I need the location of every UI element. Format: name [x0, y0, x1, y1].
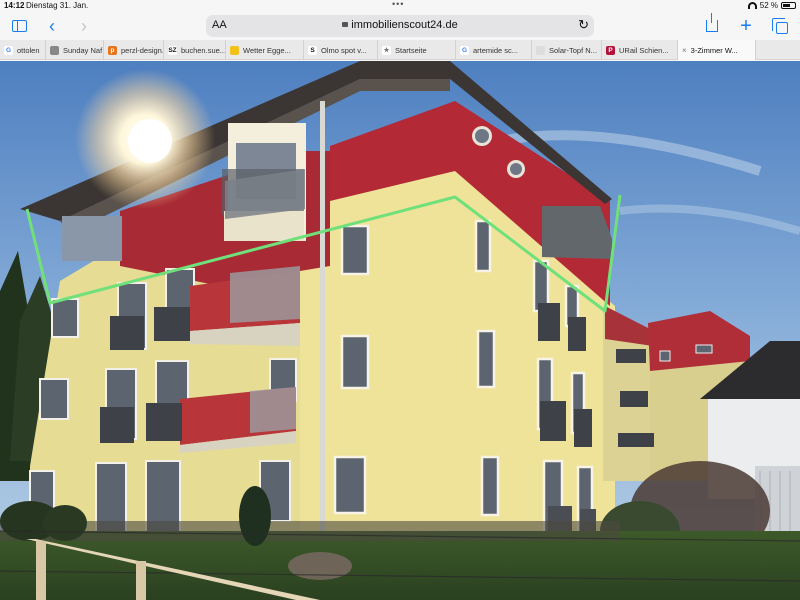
sidebar-icon: [11, 20, 27, 32]
browser-tab[interactable]: Solar-Topf N...: [532, 40, 602, 60]
sidebar-toggle-button[interactable]: [9, 16, 29, 36]
share-button[interactable]: [702, 13, 722, 36]
tab-label: Wetter Egge...: [243, 45, 291, 55]
browser-tab[interactable]: × 3-Zimmer W...: [678, 40, 756, 60]
multitasking-dots-icon[interactable]: •••: [392, 0, 404, 9]
status-date: Dienstag 31. Jan.: [26, 1, 89, 10]
star-favicon-icon: ★: [382, 45, 391, 55]
forward-button[interactable]: ›: [74, 16, 94, 36]
battery-icon: [781, 2, 796, 9]
orange-favicon-icon: p: [108, 45, 117, 55]
tab-label: URail Schien...: [619, 45, 669, 55]
new-tab-button[interactable]: +: [736, 16, 756, 36]
tab-strip: Gottolen Sunday Naf p perzl-design... SZ buch…: [0, 40, 800, 60]
chevron-right-icon: ›: [81, 16, 87, 36]
sz-favicon-icon: SZ: [168, 45, 177, 55]
url-display[interactable]: immobilienscout24.de: [206, 19, 594, 31]
lock-icon: [342, 22, 349, 27]
listing-photo: [0, 61, 800, 600]
browser-tab[interactable]: P URail Schien...: [602, 40, 678, 60]
browser-tab[interactable]: Wetter Egge...: [226, 40, 304, 60]
wifi-icon: [747, 2, 757, 9]
tabs-icon: [772, 18, 788, 34]
tab-label: artemide sc...: [473, 45, 519, 55]
tab-label: Olmo spot v...: [321, 45, 367, 55]
status-right: 52 %: [747, 1, 796, 10]
browser-tab[interactable]: SZ buchen.sue...: [164, 40, 226, 60]
google-favicon-icon: G: [4, 45, 13, 55]
back-button[interactable]: ‹: [42, 16, 62, 36]
s-favicon-icon: S: [308, 45, 317, 55]
tab-label: 3-Zimmer W...: [690, 45, 738, 55]
tab-label: Sunday Naf: [63, 45, 103, 55]
blank-favicon-icon: [536, 45, 545, 55]
tab-overview-button[interactable]: [770, 16, 790, 36]
apartment-building-photo: [0, 61, 800, 600]
browser-tab[interactable]: p perzl-design...: [104, 40, 164, 60]
reload-icon[interactable]: ↻: [578, 17, 589, 33]
grey-circle-favicon-icon: [50, 45, 59, 55]
status-time: 14:12: [4, 1, 25, 10]
tab-label: perzl-design...: [121, 45, 164, 55]
tab-label: Solar-Topf N...: [549, 45, 597, 55]
google-favicon-icon: G: [460, 45, 469, 55]
tab-label: ottolen: [17, 45, 40, 55]
status-bar: 14:12 Dienstag 31. Jan. ••• 52 %: [0, 0, 800, 12]
browser-tab[interactable]: ★ Startseite: [378, 40, 456, 60]
browser-tab[interactable]: S Olmo spot v...: [304, 40, 378, 60]
battery-percent: 52 %: [759, 1, 778, 10]
browser-tab[interactable]: Gartemide sc...: [456, 40, 532, 60]
url-text: immobilienscout24.de: [351, 19, 458, 31]
weather-favicon-icon: [230, 45, 239, 55]
share-icon: [706, 13, 718, 32]
p-favicon-icon: P: [606, 45, 615, 55]
tab-label: Startseite: [395, 45, 427, 55]
tab-label: buchen.sue...: [181, 45, 226, 55]
plus-icon: +: [740, 15, 752, 37]
chevron-left-icon: ‹: [49, 16, 55, 36]
close-icon[interactable]: ×: [682, 46, 687, 55]
browser-tab[interactable]: Sunday Naf: [46, 40, 104, 60]
browser-tab[interactable]: Gottolen: [0, 40, 46, 60]
address-bar[interactable]: AA immobilienscout24.de ↻: [206, 15, 594, 37]
browser-toolbar: ‹ › AA immobilienscout24.de ↻ +: [0, 12, 800, 40]
